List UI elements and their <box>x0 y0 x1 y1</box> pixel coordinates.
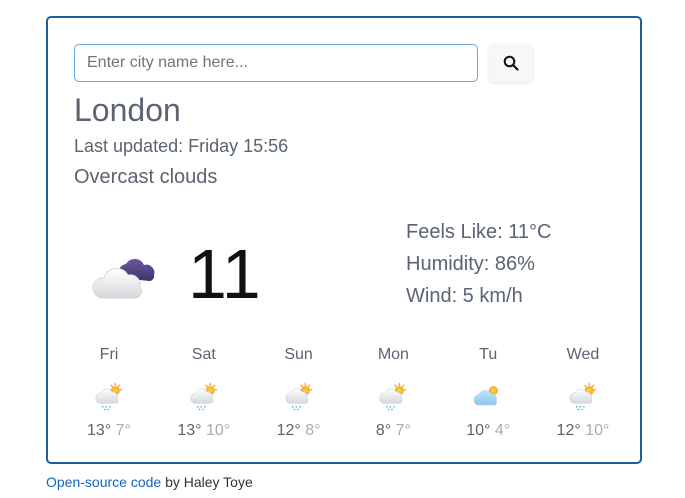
search-icon <box>503 55 519 71</box>
forecast-min-temp: 8° <box>305 422 321 439</box>
weather-card: London Last updated: Friday 15:56 Overca… <box>46 16 642 464</box>
sun-cloud-rain-icon <box>346 376 440 416</box>
sun-cloud-rain-icon <box>62 376 156 416</box>
forecast-day-name: Fri <box>99 346 119 363</box>
forecast-max-temp: 12° <box>276 422 301 439</box>
forecast-min-temp: 10° <box>206 422 231 439</box>
humidity: Humidity: 86% <box>406 253 535 275</box>
last-updated: Last updated: Friday 15:56 <box>74 136 289 156</box>
forecast-max-temp: 12° <box>556 422 581 439</box>
overcast-clouds-icon <box>92 254 156 309</box>
forecast-min-temp: 7° <box>115 422 131 439</box>
city-search-input[interactable] <box>74 44 478 82</box>
weather-description: Overcast clouds <box>74 166 218 188</box>
forecast-day-name: Wed <box>566 346 600 363</box>
forecast-day: Fri 13° 7° <box>62 346 156 440</box>
forecast-day-name: Sat <box>191 346 216 363</box>
feels-like: Feels Like: 11°C <box>406 221 552 243</box>
forecast-max-temp: 13° <box>87 422 112 439</box>
sun-cloud-rain-icon <box>536 376 630 416</box>
forecast-day: Wed 12° 10° <box>536 346 630 440</box>
forecast-day: Sun 12° 8° <box>252 346 346 440</box>
city-name: London <box>74 92 181 128</box>
forecast-min-temp: 10° <box>585 422 610 439</box>
sun-cloud-rain-icon <box>157 376 251 416</box>
forecast-min-temp: 7° <box>395 422 411 439</box>
forecast-max-temp: 8° <box>375 422 392 439</box>
forecast-day-name: Tu <box>479 346 498 363</box>
footer-author: by Haley Toye <box>161 474 253 490</box>
weather-details: Feels Like: 11°C Humidity: 86% Wind: 5 k… <box>406 216 551 312</box>
forecast-day: Tu 10° 4° <box>441 346 535 440</box>
source-code-link[interactable]: Open-source code <box>46 474 161 490</box>
forecast-max-temp: 13° <box>177 422 202 439</box>
forecast-max-temp: 10° <box>466 422 491 439</box>
forecast-min-temp: 4° <box>494 422 511 439</box>
forecast-day: Mon 8° 7° <box>346 346 440 440</box>
footer: Open-source code by Haley Toye <box>46 474 253 490</box>
wind: Wind: 5 km/h <box>406 285 523 307</box>
search-button[interactable] <box>489 44 533 82</box>
forecast-row: Fri 13° 7° Sat 13° 10° Sun 12° 8° Mon 8°… <box>62 346 630 440</box>
forecast-day-name: Sun <box>284 346 313 363</box>
sun-cloud-icon <box>441 376 535 416</box>
current-temperature: 11 <box>188 235 261 313</box>
sun-cloud-rain-icon <box>252 376 346 416</box>
forecast-day: Sat 13° 10° <box>157 346 251 440</box>
forecast-day-name: Mon <box>377 346 409 363</box>
